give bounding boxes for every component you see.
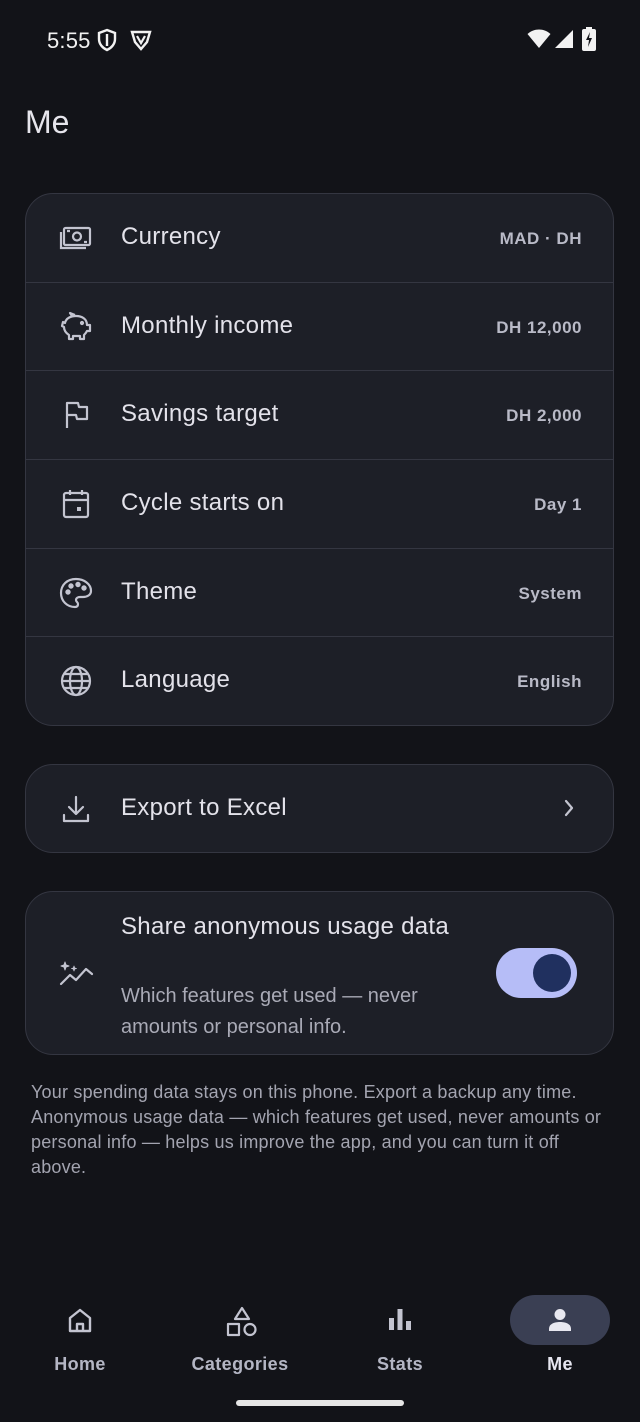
setting-row-language[interactable]: Language English (26, 637, 613, 725)
download-icon (58, 791, 94, 827)
piggy-bank-icon (58, 309, 94, 345)
nav-icon-container (190, 1295, 290, 1345)
toggle-knob (533, 954, 571, 992)
money-icon (58, 220, 94, 256)
nav-label: Stats (376, 1354, 423, 1374)
setting-value: Day 1 (534, 495, 582, 515)
setting-value: System (518, 583, 582, 603)
usage-description: Which features get used — never amounts … (121, 985, 418, 1038)
setting-row-cycle-start[interactable]: Cycle starts on Day 1 (26, 460, 613, 549)
bar-chart-icon (386, 1306, 414, 1339)
nav-label: Home (54, 1354, 106, 1374)
nav-item-home[interactable]: Home (0, 1280, 160, 1390)
vpn-icon (130, 28, 152, 52)
signal-icon (554, 29, 574, 49)
setting-label: Theme (121, 577, 198, 605)
nav-icon-container (30, 1295, 130, 1345)
home-icon (66, 1306, 94, 1339)
sparkle-chart-icon (58, 956, 96, 997)
setting-row-savings-target[interactable]: Savings target DH 2,000 (26, 371, 613, 461)
battery-charging-icon (582, 27, 596, 51)
setting-value: DH 2,000 (506, 406, 582, 426)
nav-icon-container (350, 1295, 450, 1345)
setting-value: English (517, 672, 582, 692)
nav-active-pill (510, 1295, 610, 1345)
setting-value: DH 12,000 (496, 317, 582, 337)
nav-item-me[interactable]: Me (480, 1280, 640, 1390)
setting-label: Language (121, 666, 231, 694)
setting-row-theme[interactable]: Theme System (26, 549, 613, 638)
export-to-excel-button[interactable]: Export to Excel (26, 765, 613, 852)
me-screen: 5:55 Me Currency MAD · DH Monthly income… (0, 0, 640, 1422)
person-icon (546, 1306, 574, 1339)
wifi-icon (527, 29, 551, 49)
shield-icon (96, 28, 118, 52)
status-bar: 5:55 (0, 0, 640, 80)
usage-data-toggle[interactable] (496, 948, 577, 998)
privacy-footnote: Your spending data stays on this phone. … (31, 1082, 602, 1177)
nav-label: Me (547, 1354, 573, 1374)
page-title: Me (25, 104, 70, 140)
settings-card: Currency MAD · DH Monthly income DH 12,0… (25, 193, 614, 726)
setting-label: Monthly income (121, 311, 294, 339)
flag-icon (58, 397, 94, 433)
setting-value: MAD · DH (499, 229, 582, 248)
setting-label: Cycle starts on (121, 489, 285, 517)
shapes-icon (226, 1306, 258, 1343)
usage-title: Share anonymous usage data (121, 913, 450, 940)
globe-icon (58, 663, 94, 699)
setting-row-monthly-income[interactable]: Monthly income DH 12,000 (26, 283, 613, 372)
usage-data-card: Share anonymous usage data Which feature… (25, 891, 614, 1055)
setting-row-currency[interactable]: Currency MAD · DH (26, 194, 613, 283)
nav-item-categories[interactable]: Categories (160, 1280, 320, 1390)
nav-label: Categories (191, 1354, 289, 1374)
home-indicator[interactable] (236, 1400, 404, 1406)
setting-label: Savings target (121, 400, 279, 428)
nav-item-stats[interactable]: Stats (320, 1280, 480, 1390)
chevron-right-icon (563, 798, 575, 823)
status-time: 5:55 (47, 28, 91, 53)
export-label: Export to Excel (121, 794, 287, 821)
calendar-icon (58, 486, 94, 522)
export-card: Export to Excel (25, 764, 614, 853)
setting-label: Currency (121, 223, 221, 250)
palette-icon (58, 575, 94, 611)
